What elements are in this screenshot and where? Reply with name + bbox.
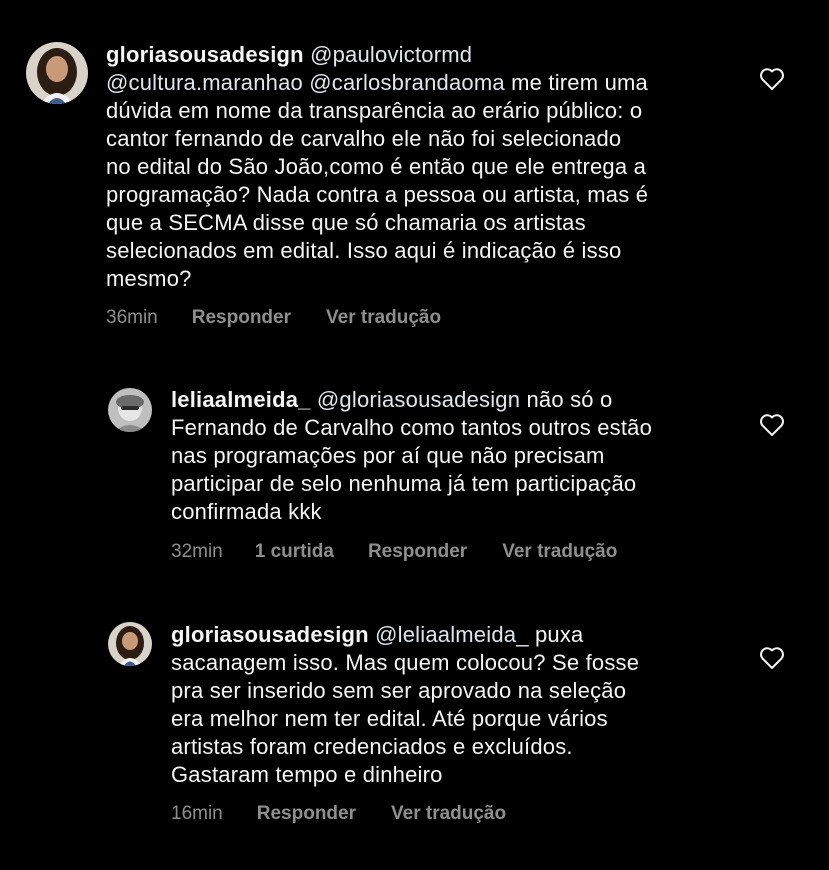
mention-link[interactable]: @paulovictormd <box>310 42 472 67</box>
comment-time: 16min <box>171 803 223 824</box>
reply-button[interactable]: Responder <box>368 541 467 563</box>
comment-username[interactable]: gloriasousadesign <box>171 622 369 647</box>
comment-username[interactable]: gloriasousadesign <box>106 42 304 67</box>
comment-meta: 32min 1 curtida Responder Ver tradução <box>171 541 617 563</box>
comment-time: 36min <box>106 307 158 328</box>
mention-link[interactable]: @leliaalmeida_ <box>375 622 529 647</box>
likes-count[interactable]: 1 curtida <box>255 541 334 563</box>
like-heart-icon[interactable] <box>759 67 785 91</box>
comment-text: gloriasousadesign @paulovictormd @cultur… <box>106 41 746 293</box>
mention-link[interactable]: @carlosbrandaoma <box>309 70 505 95</box>
translate-button[interactable]: Ver tradução <box>502 541 617 563</box>
comment-body: dúvida em nome da transparência ao erári… <box>106 98 649 291</box>
comment-body: Fernando de Carvalho como tantos outros … <box>171 415 653 524</box>
comment-text: leliaalmeida_ @gloriasousadesign não só … <box>171 386 751 526</box>
translate-button[interactable]: Ver tradução <box>326 307 441 329</box>
reply-button[interactable]: Responder <box>192 307 291 329</box>
comment-time: 32min <box>171 541 223 562</box>
comment-text-inline: me tirem uma <box>511 70 648 95</box>
like-heart-icon[interactable] <box>759 646 785 670</box>
mention-link[interactable]: @cultura.maranhao <box>106 70 303 95</box>
comment-meta: 36min Responder Ver tradução <box>106 307 441 329</box>
comment-text: gloriasousadesign @leliaalmeida_ puxa sa… <box>171 621 751 789</box>
reply-button[interactable]: Responder <box>257 803 356 825</box>
like-heart-icon[interactable] <box>759 413 785 437</box>
avatar[interactable] <box>26 42 88 104</box>
comment-body: sacanagem isso. Mas quem colocou? Se fos… <box>171 650 640 787</box>
comment-meta: 16min Responder Ver tradução <box>171 803 506 825</box>
comment-text-inline: não só o <box>526 387 613 412</box>
avatar[interactable] <box>108 622 152 666</box>
translate-button[interactable]: Ver tradução <box>391 803 506 825</box>
mention-link[interactable]: @gloriasousadesign <box>317 387 520 412</box>
comment-username[interactable]: leliaalmeida_ <box>171 387 311 412</box>
avatar[interactable] <box>108 388 152 432</box>
comment-text-inline: puxa <box>534 622 584 647</box>
